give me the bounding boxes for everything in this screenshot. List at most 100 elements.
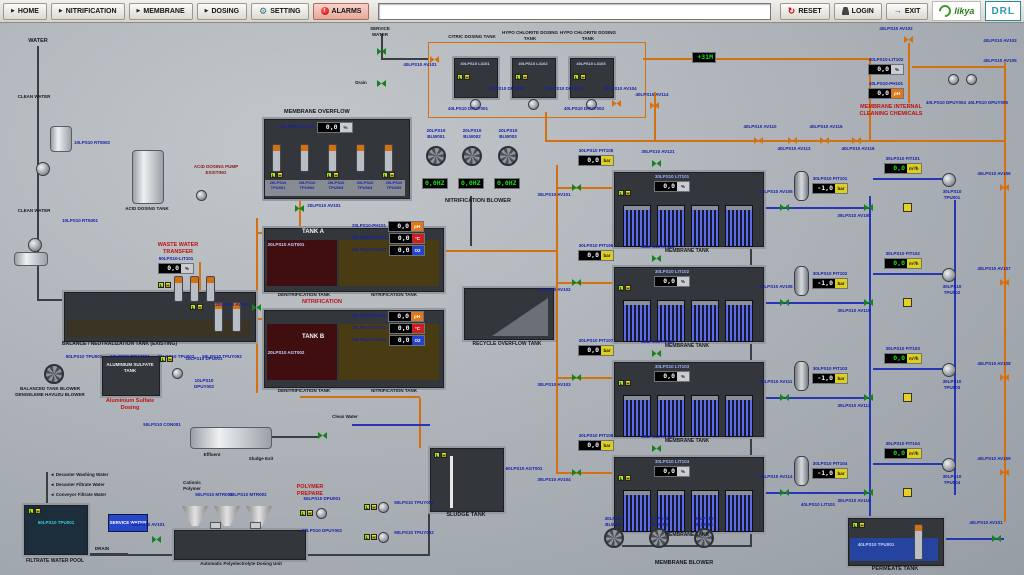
permeate-valve[interactable] — [780, 394, 789, 401]
display-tag: 30LPS10 FIT103 — [885, 346, 920, 351]
likya-logo: likya — [932, 1, 982, 21]
transfer-pump[interactable] — [206, 276, 215, 302]
polymer-transfer-pump[interactable] — [378, 532, 389, 543]
ph-display: 20LPS10-PH101 0,0 pH — [352, 221, 425, 233]
display-unit: % — [181, 263, 193, 273]
membrane-feed-valve[interactable] — [572, 469, 581, 476]
exit-button[interactable]: → EXIT — [885, 2, 929, 20]
permeate-pressure-display: 30LPS10 PIT104 -1,0 bar — [812, 461, 848, 479]
polyelectrolyte-unit-tank — [172, 528, 308, 562]
device-tag: 40LPS10 L3101 — [460, 61, 490, 66]
display-value: 0,0HZ — [495, 179, 519, 189]
air-scour-valve[interactable] — [652, 350, 661, 357]
membrane-feed-valve[interactable] — [572, 184, 581, 191]
display-tag: 30LPS10 LIT103 — [654, 364, 690, 369]
nitrification-blower[interactable] — [462, 146, 482, 166]
device-tag: 30LPS10 AV104 — [537, 477, 571, 482]
permeate-pump[interactable] — [942, 458, 956, 472]
pipe — [622, 545, 752, 547]
permeate-valve[interactable] — [780, 299, 789, 306]
level-indicator: LH — [618, 190, 631, 196]
device-tag: 40LPS10 DPUY003 — [563, 106, 605, 111]
feed-pressure-display: 30LPS10 PIT107 0,0 bar — [578, 338, 614, 356]
membrane-blower-label: MEMBRANE BLOWER — [654, 560, 714, 566]
display-value: -1,0 — [813, 183, 835, 193]
alum-dosing-pump[interactable] — [172, 368, 183, 379]
menu-nitrification-button[interactable]: ▶ NITRIFICATION — [50, 2, 125, 20]
acid-dosing-pump[interactable] — [196, 190, 207, 201]
permeate-transfer-pump[interactable] — [914, 524, 923, 560]
permeate-valve[interactable] — [780, 489, 789, 496]
alarms-button[interactable]: ! ALARMS — [312, 2, 370, 20]
overflow-pump[interactable] — [328, 144, 337, 172]
oxygen-display: 20LPS10-DO101 0,0 O2 — [352, 245, 425, 257]
transfer-pump[interactable] — [174, 276, 183, 302]
device-tag: 10LPS10 RT5002 — [73, 140, 111, 145]
cip-pump[interactable] — [948, 74, 959, 85]
permeate-pump[interactable] — [942, 363, 956, 377]
cip-line-valve[interactable] — [852, 137, 861, 144]
membrane-feed-valve[interactable] — [572, 279, 581, 286]
permeate-outlet-valve[interactable] — [992, 535, 1001, 542]
cip-top-valve[interactable] — [904, 36, 913, 43]
cip-line-valve[interactable] — [820, 137, 829, 144]
dosing-tank-title: HYPO CHLORITE DOSING TANK — [560, 30, 617, 41]
cip-ph-display: 40LPS10-PH101 0,0 pH — [868, 81, 904, 99]
display-unit: % — [677, 276, 689, 286]
balance-tank-blower[interactable] — [44, 364, 64, 384]
command-input[interactable] — [378, 2, 771, 20]
permeate-valve[interactable] — [780, 204, 789, 211]
display-tag: 30LPS10 LIT102 — [654, 269, 690, 274]
temperature-display: 20LPS10-TIT101 0,0 °C — [352, 233, 425, 245]
overflow-pump[interactable] — [300, 144, 309, 172]
overflow-pump[interactable] — [272, 144, 281, 172]
feed-pressure-display: 30LPS10 PIT106 0,0 bar — [578, 243, 614, 261]
polymer-transfer-pump[interactable] — [378, 502, 389, 513]
chemical-dosing-pump[interactable] — [528, 99, 539, 110]
menu-membrane-button[interactable]: ▶ MEMBRANE — [128, 2, 193, 20]
display-unit: % — [677, 371, 689, 381]
display-tag: 20LPS10-TIT102 — [352, 325, 387, 331]
menu-dosing-button[interactable]: ▶ DOSING — [196, 2, 248, 20]
air-scour-valve[interactable] — [652, 160, 661, 167]
level-display: 50LPS10-LIT101 0,0% — [158, 256, 194, 274]
filtrate-valve[interactable] — [152, 536, 161, 543]
agitator-motor[interactable] — [210, 522, 221, 529]
membrane-feed-valve[interactable] — [572, 374, 581, 381]
display-unit: bar — [601, 155, 613, 165]
display-unit: bar — [835, 468, 847, 478]
polymer-hopper — [182, 506, 208, 526]
drain-valve[interactable] — [377, 80, 386, 87]
menu-home-button[interactable]: ▶ HOME — [3, 2, 47, 20]
overflow-pump[interactable] — [356, 144, 365, 172]
display-value: 0,0 — [579, 250, 601, 260]
level-indicator: LH — [573, 74, 586, 80]
cip-line-valve[interactable] — [754, 137, 763, 144]
balance-blower-label: BALANCED TANK BLOWER DENGELEME HAVUZU BL… — [15, 386, 85, 397]
permeate-pump[interactable] — [942, 268, 956, 282]
level-indicator: LH — [618, 285, 631, 291]
air-scour-valve[interactable] — [652, 255, 661, 262]
ph-display: 20LPS10-PH102 0,0 pH — [352, 311, 425, 323]
agitator-motor[interactable] — [250, 522, 261, 529]
intake-pump[interactable] — [36, 162, 50, 176]
cip-line-valve[interactable] — [788, 137, 797, 144]
polymer-dosing-pump[interactable] — [316, 508, 327, 519]
process-canvas: WATER CLEAN WATER 10LPS10 RT5002 CLEAN W… — [0, 0, 1024, 575]
nitrification-blower[interactable] — [426, 146, 446, 166]
air-scour-valve[interactable] — [652, 445, 661, 452]
setting-button[interactable]: ⚙ SETTING — [251, 2, 309, 20]
level-indicator: LH — [160, 356, 173, 362]
permeate-pump[interactable] — [942, 173, 956, 187]
reset-button[interactable]: ↻ RESET — [779, 2, 830, 20]
overflow-pump[interactable] — [384, 144, 393, 172]
clean-water-valve[interactable] — [318, 432, 327, 439]
login-button[interactable]: LOGIN — [833, 2, 882, 20]
device-tag: 40LPS10 AV106 — [977, 171, 1011, 176]
cip-pump[interactable] — [966, 74, 977, 85]
display-tag: 20LPS10-TIT101 — [352, 235, 387, 241]
nitrification-blower[interactable] — [498, 146, 518, 166]
intake-pump[interactable] — [28, 238, 42, 252]
cip-chemicals-label: MEMBRANE INTERNAL CLEANING CHEMICALS — [859, 104, 923, 117]
transfer-pump[interactable] — [190, 276, 199, 302]
